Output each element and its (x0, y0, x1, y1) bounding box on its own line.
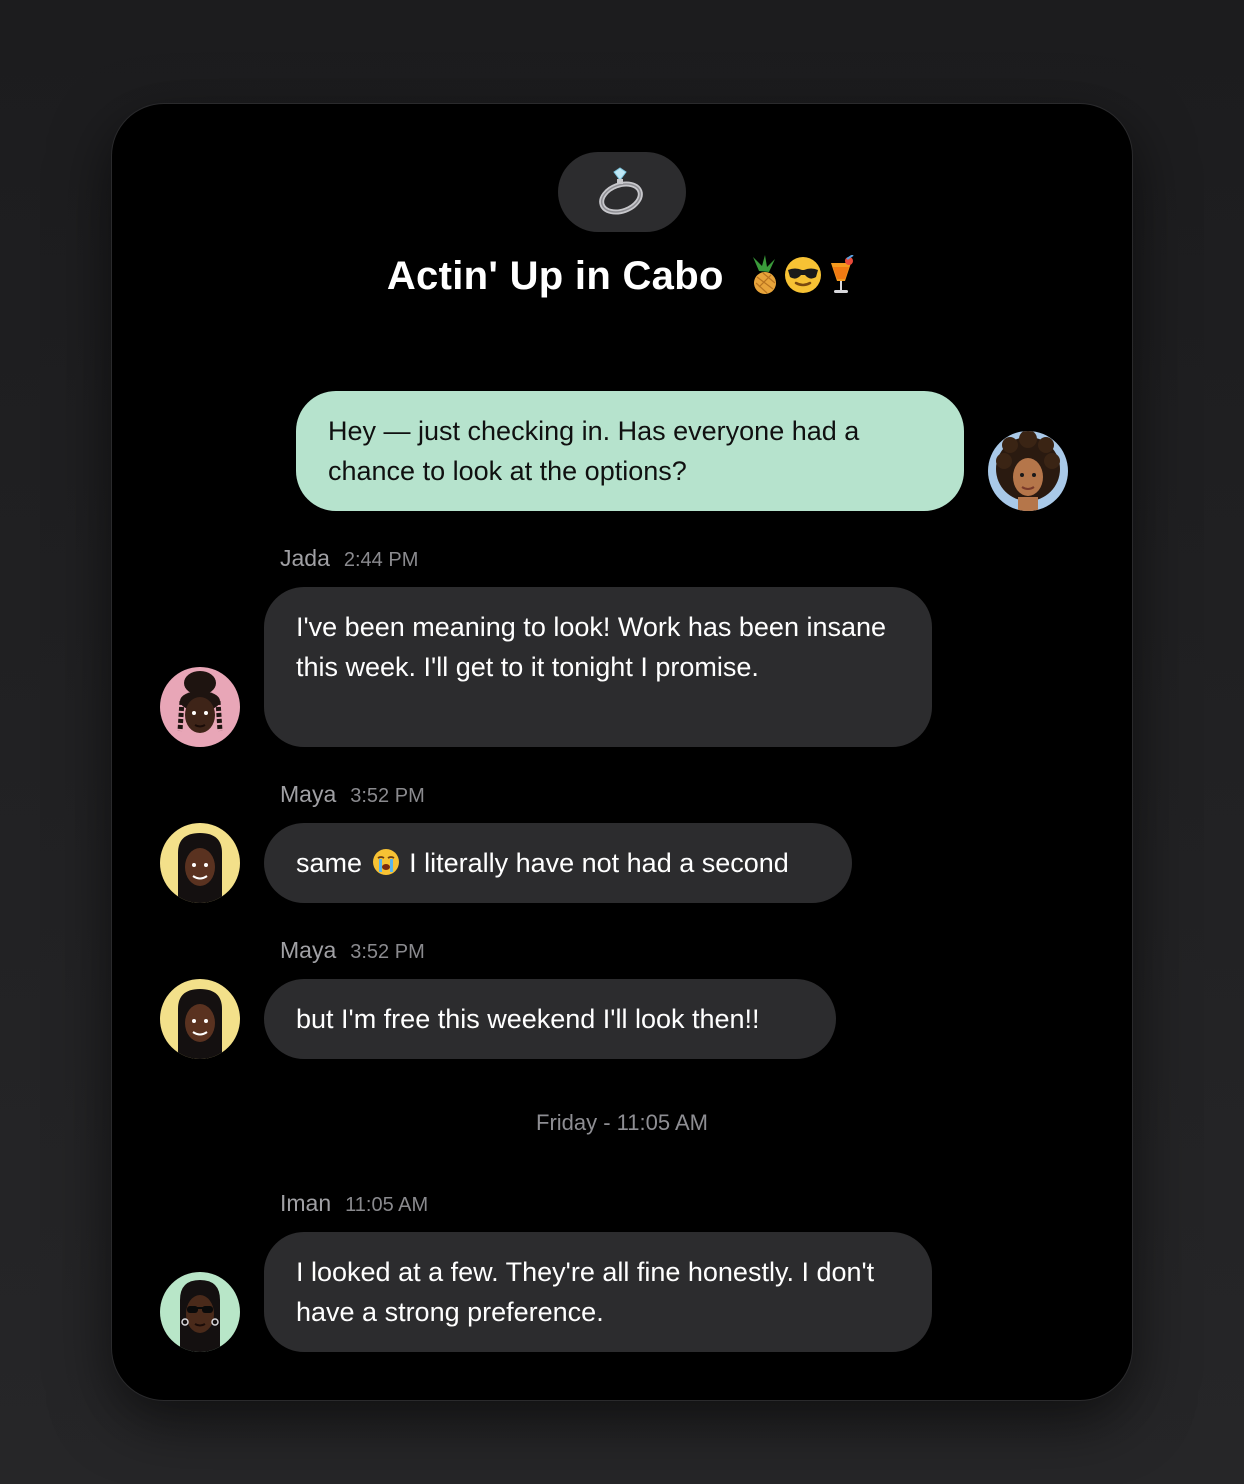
chat-title: Actin' Up in Cabo (112, 254, 1132, 299)
sunglasses-face-icon (785, 257, 822, 293)
message-time: 2:44 PM (343, 549, 419, 571)
group-avatar[interactable] (558, 152, 686, 232)
message-time: 11:05 AM (345, 1194, 429, 1216)
message-time: 3:52 PM (350, 785, 425, 807)
avatar-jada[interactable] (160, 667, 240, 747)
message-text: same (296, 848, 363, 878)
message-bubble-incoming[interactable]: but I'm free this weekend I'll look then… (264, 979, 836, 1059)
loudly-crying-face-icon (372, 849, 399, 875)
sender-name: Iman (280, 1190, 332, 1216)
memoji-sunglasses-icon (180, 1280, 220, 1352)
chat-title-text: Actin' Up in Cabo (386, 254, 724, 298)
ring-icon (599, 167, 643, 215)
sender-name: Jada (280, 545, 330, 571)
chat-window: Actin' Up in Cabo Hey — just checking in… (112, 104, 1132, 1400)
sender-name: Maya (280, 781, 337, 807)
message-meta: Maya 3:52 PM (280, 781, 425, 808)
sender-name: Maya (280, 937, 337, 963)
message-meta: Iman 11:05 AM (280, 1190, 428, 1217)
message-bubble-incoming[interactable]: same I literally have not had a second (264, 823, 852, 903)
avatar-maya[interactable] (160, 823, 240, 903)
message-bubble-outgoing[interactable]: Hey — just checking in. Has everyone had… (296, 391, 964, 511)
message-text: but I'm free this weekend I'll look then… (296, 1004, 760, 1034)
message-text: I looked at a few. They're all fine hone… (296, 1257, 875, 1327)
avatar-maya[interactable] (160, 979, 240, 1059)
message-text: Hey — just checking in. Has everyone had… (328, 416, 860, 486)
message-meta: Jada 2:44 PM (280, 545, 418, 572)
memoji-long-hair-icon (178, 989, 222, 1059)
date-divider: Friday - 11:05 AM (536, 1110, 708, 1135)
avatar-iman[interactable] (160, 1272, 240, 1352)
message-bubble-incoming[interactable]: I've been meaning to look! Work has been… (264, 587, 932, 747)
message-text: I've been meaning to look! Work has been… (296, 612, 887, 682)
tropical-drink-icon (831, 255, 854, 293)
memoji-braids-icon (177, 671, 223, 733)
message-text-continued: I literally have not had a second (409, 848, 789, 878)
title-emojis (745, 255, 857, 295)
message-bubble-incoming[interactable]: I looked at a few. They're all fine hone… (264, 1232, 932, 1352)
pineapple-icon (753, 255, 777, 294)
message-time: 3:52 PM (350, 941, 425, 963)
avatar-self[interactable] (988, 431, 1068, 511)
memoji-curly-hair-icon (996, 431, 1060, 511)
message-meta: Maya 3:52 PM (280, 937, 425, 964)
memoji-long-hair-icon (178, 833, 222, 903)
